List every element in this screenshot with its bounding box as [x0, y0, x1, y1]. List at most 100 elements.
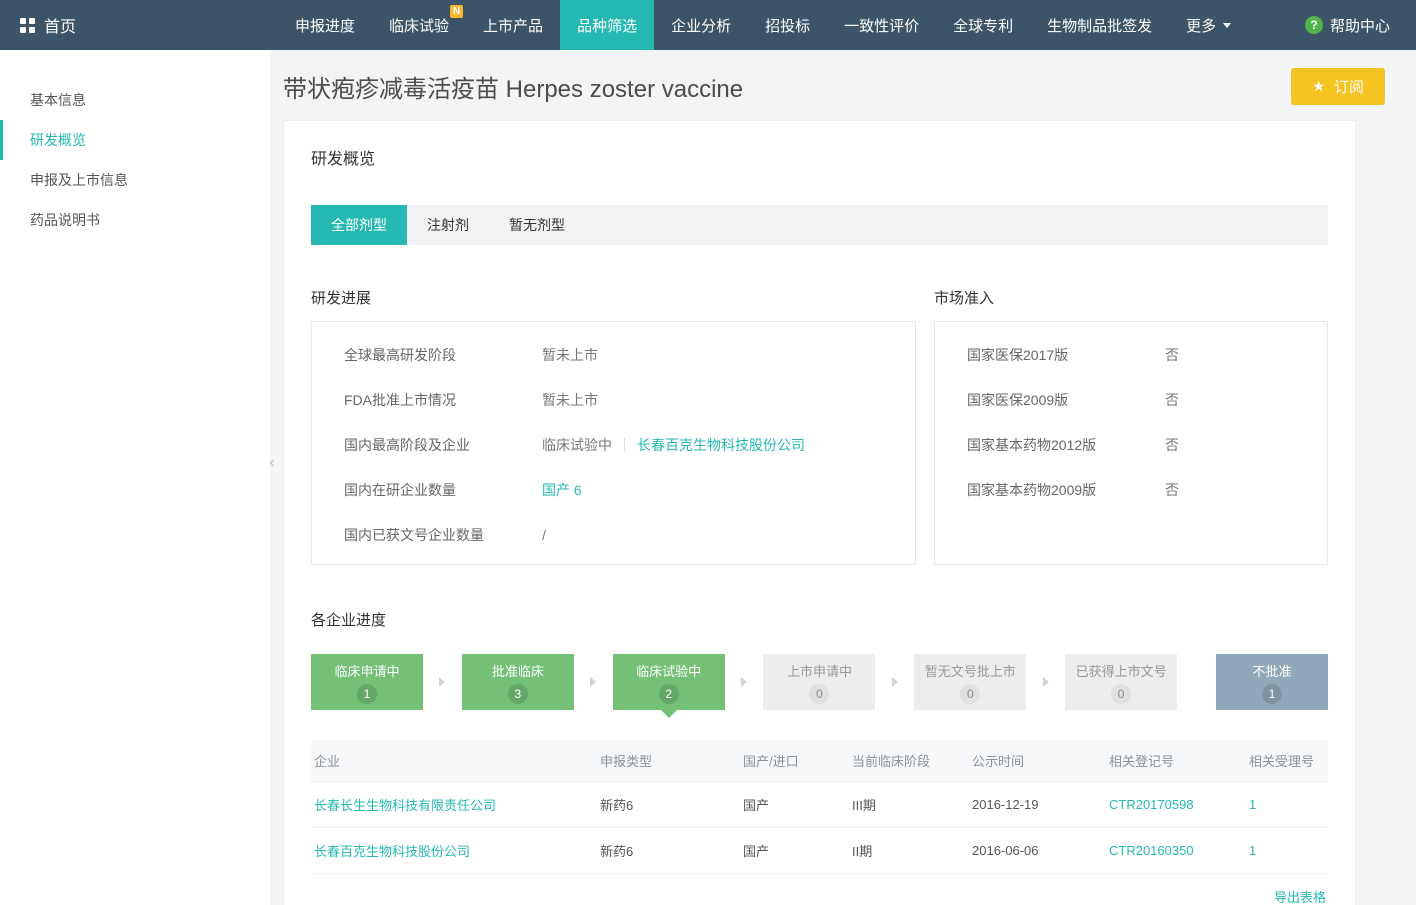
table-footer: 导出表格 [311, 874, 1328, 905]
cell-report-type: 新药6 [597, 828, 740, 874]
table-row: 长春长生生物科技有限责任公司 新药6 国产 III期 2016-12-19 CT… [311, 782, 1328, 828]
arrow-right-icon [423, 677, 462, 687]
sidebar-item-rd-overview[interactable]: 研发概览 [0, 120, 270, 160]
nav-item-global-patents[interactable]: 全球专利 [936, 0, 1030, 50]
acceptance-no-link[interactable]: 1 [1249, 797, 1256, 812]
arrow-right-icon [1026, 677, 1065, 687]
new-badge: N [450, 5, 463, 18]
card-title: 研发概览 [311, 145, 1328, 169]
registration-no-link[interactable]: CTR20170598 [1109, 797, 1194, 812]
table-header-row: 企业 申报类型 国产/进口 当前临床阶段 公示时间 相关登记号 相关受理号 [311, 740, 1328, 782]
dosage-form-tabs: 全部剂型 注射剂 暂无剂型 [311, 205, 1328, 245]
stage-in-clinical-trial[interactable]: 临床试验中 2 [613, 654, 725, 710]
nav-item-enterprise-analysis[interactable]: 企业分析 [654, 0, 748, 50]
page-header: 带状疱疹减毒活疫苗 Herpes zoster vaccine ★ 订阅 [283, 68, 1385, 105]
sidebar: 基本信息 研发概览 申报及上市信息 药品说明书 ‹ [0, 50, 270, 905]
info-row-medicare-2017: 国家医保2017版 否 [967, 332, 1295, 377]
info-row-domestic-companies: 国内在研企业数量 国产 6 [344, 467, 883, 512]
col-header-acceptance-no: 相关受理号 [1246, 740, 1328, 782]
arrow-right-icon [574, 677, 613, 687]
stage-license-obtained[interactable]: 已获得上市文号 0 [1065, 654, 1177, 710]
market-access-box: 国家医保2017版 否 国家医保2009版 否 国家基本药物2012版 否 [934, 321, 1328, 565]
col-header-registration-no: 相关登记号 [1106, 740, 1246, 782]
arrow-right-icon [725, 677, 764, 687]
table-row: 长春百克生物科技股份公司 新药6 国产 II期 2016-06-06 CTR20… [311, 828, 1328, 874]
info-row-fda-status: FDA批准上市情况 暂未上市 [344, 377, 883, 422]
company-progress-title: 各企业进度 [311, 609, 1328, 630]
tab-no-dosage-form[interactable]: 暂无剂型 [489, 205, 585, 245]
info-row-essential-drugs-2009: 国家基本药物2009版 否 [967, 467, 1295, 512]
nav-item-more[interactable]: 更多 [1169, 0, 1248, 50]
help-center-label: 帮助中心 [1330, 15, 1390, 36]
tab-injection[interactable]: 注射剂 [407, 205, 489, 245]
sidebar-item-basic-info[interactable]: 基本信息 [0, 80, 270, 120]
cell-report-type: 新药6 [597, 782, 740, 828]
stage-flow: 临床申请中 1 批准临床 3 临床试验中 2 上市申请中 0 [311, 654, 1328, 710]
page-title: 带状疱疹减毒活疫苗 Herpes zoster vaccine [283, 69, 743, 104]
nav-item-marketed-products[interactable]: 上市产品 [466, 0, 560, 50]
stage-count-badge: 1 [357, 684, 377, 704]
stage-count-badge: 0 [1111, 684, 1131, 704]
company-link[interactable]: 长春长生生物科技有限责任公司 [314, 798, 496, 813]
market-access-title: 市场准入 [934, 287, 1328, 308]
cell-origin: 国产 [740, 828, 849, 874]
info-row-domestic-stage: 国内最高阶段及企业 临床试验中 长春百克生物科技股份公司 [344, 422, 883, 467]
help-center-link[interactable]: ? 帮助中心 [1279, 0, 1416, 50]
chevron-down-icon [1223, 23, 1231, 28]
top-navigation: 首页 申报进度 临床试验 N 上市产品 品种筛选 企业分析 招投标 一致性评价 … [0, 0, 1416, 50]
stage-clinical-applying[interactable]: 临床申请中 1 [311, 654, 423, 710]
export-table-link[interactable]: 导出表格 [1274, 890, 1326, 905]
app-grid-icon [20, 18, 35, 33]
main-content: 带状疱疹减毒活疫苗 Herpes zoster vaccine ★ 订阅 研发概… [270, 50, 1416, 905]
stage-count-badge: 0 [809, 684, 829, 704]
vertical-divider [624, 438, 625, 452]
nav-item-variety-screening[interactable]: 品种筛选 [560, 0, 654, 50]
rd-progress-title: 研发进展 [311, 287, 916, 308]
info-row-global-stage: 全球最高研发阶段 暂未上市 [344, 332, 883, 377]
companies-table: 企业 申报类型 国产/进口 当前临床阶段 公示时间 相关登记号 相关受理号 长春… [311, 740, 1328, 874]
info-row-medicare-2009: 国家医保2009版 否 [967, 377, 1295, 422]
cell-publish-date: 2016-12-19 [969, 782, 1106, 828]
rd-overview-card: 研发概览 全部剂型 注射剂 暂无剂型 研发进展 全球最高研发阶段 暂未上市 [283, 120, 1356, 905]
cell-phase: II期 [849, 828, 969, 874]
help-icon: ? [1305, 16, 1323, 34]
acceptance-no-link[interactable]: 1 [1249, 843, 1256, 858]
stage-approved-no-license[interactable]: 暂无文号批上市 0 [914, 654, 1026, 710]
stage-count-badge: 0 [960, 684, 980, 704]
stage-count-badge: 1 [1262, 684, 1282, 704]
nav-item-biologics-batch-release[interactable]: 生物制品批签发 [1030, 0, 1169, 50]
nav-item-consistency-evaluation[interactable]: 一致性评价 [827, 0, 936, 50]
col-header-origin: 国产/进口 [740, 740, 849, 782]
col-header-publish-date: 公示时间 [969, 740, 1106, 782]
nav-item-declaration-progress[interactable]: 申报进度 [278, 0, 372, 50]
info-row-essential-drugs-2012: 国家基本药物2012版 否 [967, 422, 1295, 467]
main-nav: 申报进度 临床试验 N 上市产品 品种筛选 企业分析 招投标 一致性评价 全球专… [278, 0, 1248, 50]
tab-all-dosage-forms[interactable]: 全部剂型 [311, 205, 407, 245]
company-link[interactable]: 长春百克生物科技股份公司 [314, 844, 470, 859]
collapse-sidebar-handle[interactable]: ‹ [265, 450, 279, 478]
cell-publish-date: 2016-06-06 [969, 828, 1106, 874]
cell-phase: III期 [849, 782, 969, 828]
stage-count-badge: 2 [659, 684, 679, 704]
company-link[interactable]: 长春百克生物科技股份公司 [637, 435, 805, 455]
subscribe-button[interactable]: ★ 订阅 [1291, 68, 1385, 105]
nav-item-clinical-trials[interactable]: 临床试验 N [372, 0, 466, 50]
stage-not-approved[interactable]: 不批准 1 [1216, 654, 1328, 710]
home-link[interactable]: 首页 [0, 0, 96, 50]
nav-item-bidding[interactable]: 招投标 [748, 0, 827, 50]
registration-no-link[interactable]: CTR20160350 [1109, 843, 1194, 858]
sidebar-item-declaration-market-info[interactable]: 申报及上市信息 [0, 160, 270, 200]
rd-progress-section: 研发进展 全球最高研发阶段 暂未上市 FDA批准上市情况 暂未上市 国内最高阶段… [311, 287, 916, 565]
stage-clinical-approved[interactable]: 批准临床 3 [462, 654, 574, 710]
arrow-right-icon [875, 677, 914, 687]
home-label: 首页 [44, 13, 76, 37]
subscribe-label: 订阅 [1334, 76, 1364, 97]
col-header-phase: 当前临床阶段 [849, 740, 969, 782]
stage-count-badge: 3 [508, 684, 528, 704]
stage-market-applying[interactable]: 上市申请中 0 [763, 654, 875, 710]
col-header-company: 企业 [311, 740, 597, 782]
col-header-report-type: 申报类型 [597, 740, 740, 782]
cell-origin: 国产 [740, 782, 849, 828]
domestic-count-link[interactable]: 国产 6 [542, 480, 582, 500]
sidebar-item-drug-instructions[interactable]: 药品说明书 [0, 200, 270, 240]
